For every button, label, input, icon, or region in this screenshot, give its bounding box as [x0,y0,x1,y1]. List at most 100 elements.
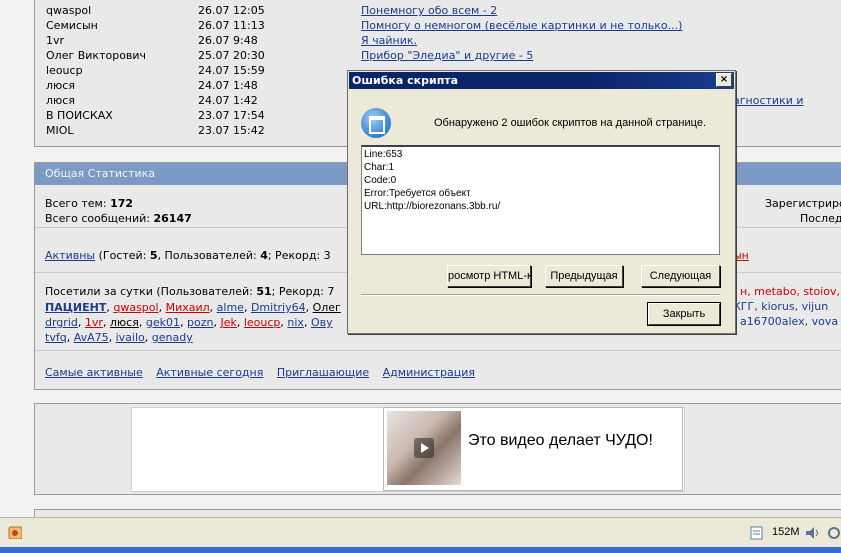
separator-text: , [66,331,74,344]
previous-button[interactable]: Предыдущая [545,265,623,287]
recent-topic-link[interactable]: Понемногу обо всем - 2 [361,3,497,18]
separator-text: , [305,301,313,314]
username-link[interactable]: Jek [220,316,236,329]
inviting-link[interactable]: Приглашающие [277,366,369,379]
separator-text: , [303,316,311,329]
error-detail-line: Line:653 [364,149,403,160]
zone-icon[interactable] [750,526,764,540]
visited-users-row: ПАЦИЕНТ, qwaspol, Михаил, alme, Dmitriy6… [45,300,341,315]
visited-today-line: Посетили за сутки (Пользователей: 51; Ре… [45,285,334,298]
recent-topic-user: MIOL [46,124,74,137]
separator-text: , [236,316,244,329]
recent-topic-user: 1vr [46,34,65,47]
visited-users-row: drgrid, 1vr, люся, gek01, pozn, Jek, leo… [45,315,333,330]
username-link[interactable]: drgrid [45,316,78,329]
view-html-button[interactable]: росмотр HTML-к [447,265,531,287]
total-topics-value: 172 [110,197,134,210]
username-link[interactable]: 1vr [85,316,103,329]
close-button[interactable]: Закрыть [647,302,721,326]
separator-text: , [77,316,85,329]
recent-topic-link[interactable]: Помногу о немногом (весёлые картинки и н… [361,18,682,33]
error-detail-line: Char:1 [364,162,395,173]
ad-thumbnail-image[interactable] [387,411,461,485]
visited-right-names[interactable]: н, metabo, stoiov, [740,285,840,298]
username-link[interactable]: nix [287,316,304,329]
registered-label: Зарегистриро [765,197,841,210]
recent-topic-link[interactable]: агностики и [733,93,804,108]
volume-icon[interactable] [805,526,819,540]
close-icon[interactable]: × [716,73,732,87]
recent-topic-date: 23.07 17:54 [198,109,265,122]
recent-topic-date: 26.07 12:05 [198,4,265,17]
ad-text[interactable]: Это видео делает ЧУДО! [468,432,653,450]
separator-text: , [179,316,187,329]
username-link[interactable]: Олег [313,301,341,314]
recent-topic-date: 23.07 15:42 [198,124,265,137]
administration-link[interactable]: Администрация [383,366,475,379]
recent-topic-link[interactable]: Прибор "Эледиа" и другие - 5 [361,48,533,63]
username-link[interactable]: Dmitriy64 [251,301,306,314]
memory-usage: 152M [772,526,800,538]
active-guests-label: (Гостей: [98,249,150,262]
recent-topic-user: leoucp [46,64,83,77]
username-link[interactable]: ivailo [116,331,145,344]
username-link[interactable]: AvA75 [74,331,109,344]
play-icon[interactable] [414,438,434,458]
dialog-title-bar[interactable]: Ошибка скрипта [349,72,734,89]
recent-topic-user: Семисын [46,19,98,32]
network-icon[interactable] [827,526,841,540]
error-details-box[interactable]: Line:653 Char:1 Code:0 Error:Требуется объе… [361,145,720,255]
recent-topic-user: qwaspol [46,4,92,17]
active-link[interactable]: Активны [45,249,95,262]
script-error-dialog: Ошибка скрипта × Обнаружено 2 ошибок скр… [347,70,736,334]
username-link[interactable]: Ову [311,316,333,329]
recent-topic-date: 26.07 11:13 [198,19,265,32]
error-detail-line: URL:http://biorezonans.3bb.ru/ [364,201,501,212]
footer-links: Самые активные Активные сегодня Приглаша… [45,366,475,379]
total-messages-label: Всего сообщений: [45,212,150,225]
username-link[interactable]: Михаил [166,301,210,314]
separator-text: , [209,301,217,314]
total-messages-value: 26147 [153,212,192,225]
script-error-icon [361,108,391,138]
users-count: 4 [260,249,268,262]
recent-topic-date: 25.07 20:30 [198,49,265,62]
recent-topic-date: 24.07 15:59 [198,64,265,77]
separator-text: , [158,301,166,314]
username-link[interactable]: alme [217,301,244,314]
visited-right-text[interactable]: н, metabo, stoiov, [740,285,840,298]
most-active-link[interactable]: Самые активные [45,366,143,379]
active-today-link[interactable]: Активные сегодня [156,366,263,379]
recent-topic-user: В ПОИСКАХ [46,109,113,122]
username-link[interactable]: pozn [187,316,213,329]
visited-right-names-3[interactable]: a16700alex, vova [740,315,838,328]
username-link[interactable]: genady [152,331,193,344]
username-link[interactable]: qwaspol [113,301,158,314]
username-link[interactable]: люся [110,316,139,329]
visited-label: Посетили за сутки (Пользователей: [45,285,257,298]
recent-topic-link[interactable]: Я чайник. [361,33,417,48]
recent-topic-user: Олег Викторович [46,49,147,62]
recent-topic-date: 24.07 1:42 [198,94,258,107]
recent-topic-user: люся [46,94,75,107]
recent-topic-date: 24.07 1:48 [198,79,258,92]
total-topics: Всего тем: 172 [45,197,133,210]
username-link[interactable]: leoucp [244,316,281,329]
guests-count: 5 [149,249,158,262]
record-label: ; Рекорд: 3 [267,249,331,262]
visited-record: ; Рекорд: 7 [271,285,335,298]
username-link[interactable]: tvfq [45,331,67,344]
username-link[interactable]: ПАЦИЕНТ [45,301,106,314]
error-message: Обнаружено 2 ошибок скриптов на данной с… [434,117,706,129]
recent-topic-date: 26.07 9:48 [198,34,258,47]
dialog-separator [361,294,720,296]
visited-right-names-2[interactable]: КГГ, kiorus, vijun [733,300,828,313]
video-ad[interactable]: Это видео делает ЧУДО! [383,407,683,491]
username-link[interactable]: gek01 [146,316,180,329]
separator-text: , [138,316,146,329]
recent-topic-user: люся [46,79,75,92]
separator-text: , [144,331,152,344]
next-button[interactable]: Следующая [641,265,720,287]
error-detail-line: Error:Требуется объект [364,188,471,199]
visited-users-row: tvfq, AvA75, ivailo, genady [45,330,193,345]
